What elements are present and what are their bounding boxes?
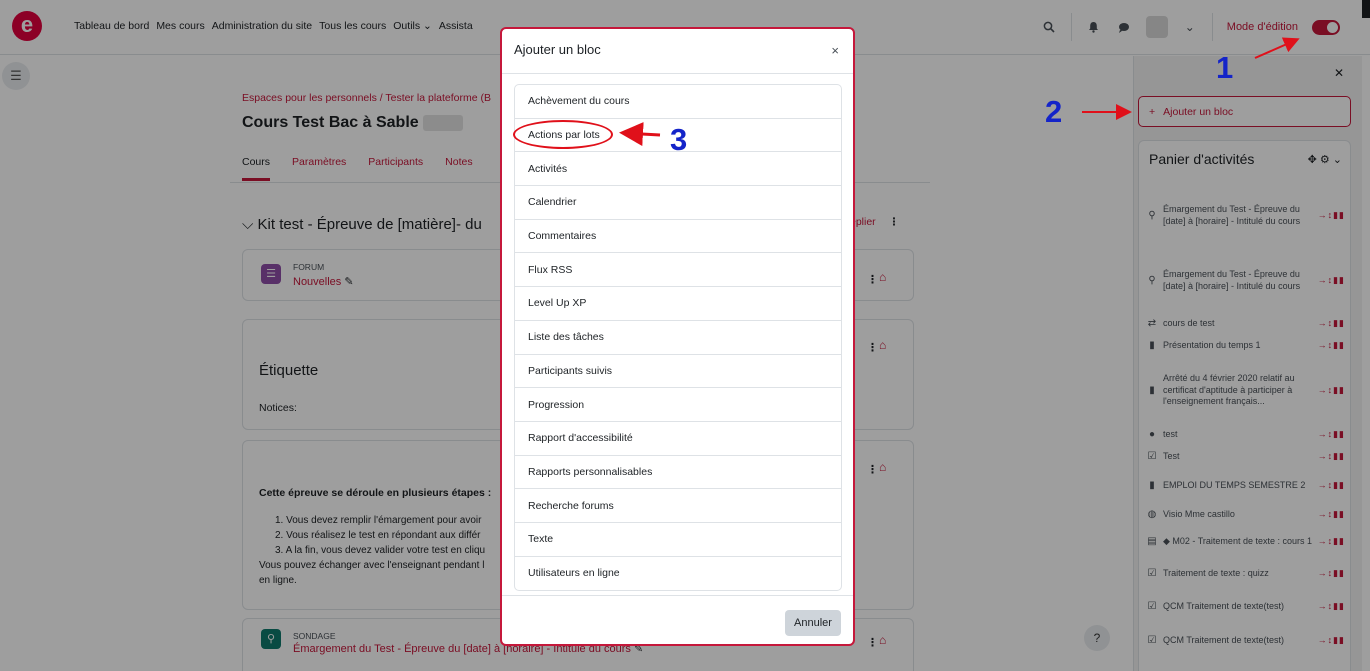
block-list: Achèvement du cours Actions par lots Activ… bbox=[514, 84, 842, 592]
highlight-ellipse bbox=[513, 120, 613, 149]
block-option[interactable]: Flux RSS bbox=[515, 253, 841, 288]
block-option[interactable]: Level Up XP bbox=[515, 287, 841, 321]
cancel-button[interactable]: Annuler bbox=[785, 610, 841, 636]
block-option[interactable]: Utilisateurs en ligne bbox=[515, 557, 841, 591]
block-option[interactable]: Participants suivis bbox=[515, 355, 841, 389]
modal-header: Ajouter un bloc × bbox=[502, 29, 853, 74]
modal-footer: Annuler bbox=[502, 595, 853, 644]
block-option[interactable]: Activités bbox=[515, 152, 841, 187]
block-option[interactable]: Commentaires bbox=[515, 220, 841, 254]
block-option[interactable]: Recherche forums bbox=[515, 489, 841, 523]
block-option[interactable]: Rapport d'accessibilité bbox=[515, 422, 841, 456]
annotation-number-3: 3 bbox=[670, 122, 688, 157]
block-option[interactable]: Texte bbox=[515, 523, 841, 557]
close-icon[interactable]: × bbox=[831, 43, 839, 58]
block-option[interactable]: Rapports personnalisables bbox=[515, 456, 841, 490]
block-option[interactable]: Liste des tâches bbox=[515, 321, 841, 355]
block-option[interactable]: Calendrier bbox=[515, 186, 841, 220]
annotation-number-1: 1 bbox=[1216, 50, 1234, 85]
annotation-number-2: 2 bbox=[1045, 94, 1063, 129]
app-window: e Tableau de bord Mes cours Administrati… bbox=[0, 0, 1370, 671]
block-option[interactable]: Achèvement du cours bbox=[515, 85, 841, 119]
modal-title: Ajouter un bloc bbox=[514, 42, 601, 57]
block-option[interactable]: Progression bbox=[515, 388, 841, 422]
